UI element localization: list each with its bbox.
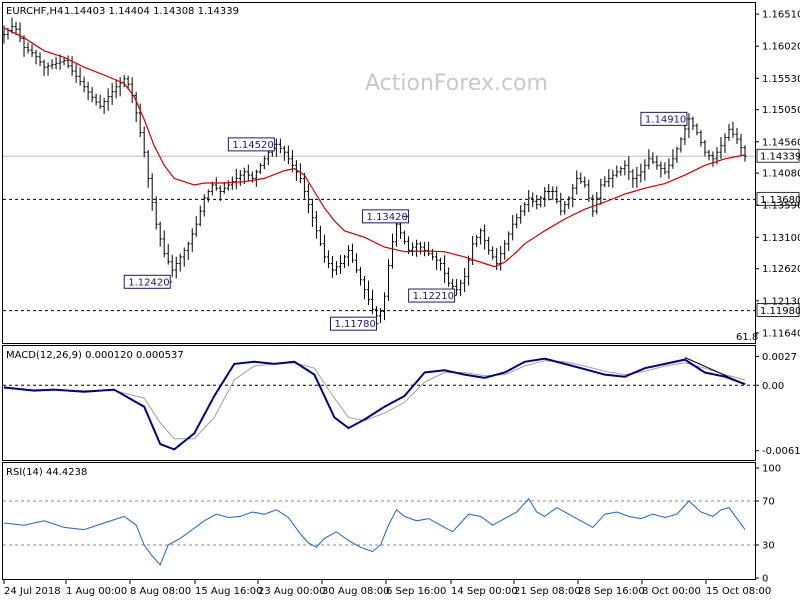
rsi-tick-label-0: 100 xyxy=(762,464,781,475)
fib-label: 61.8 xyxy=(736,332,758,343)
time-tick-label-3: 15 Aug 16:00 xyxy=(195,586,262,597)
price-annotation-5: 1.14910 xyxy=(645,114,686,125)
price-tick-label-8: 1.12620 xyxy=(762,264,800,275)
macd-axis: 0.0027 0.00 -0.006114 xyxy=(755,352,800,457)
price-panel xyxy=(2,2,756,344)
time-tick-label-6: 6 Sep 16:00 xyxy=(386,586,446,597)
price-tick-label-0: 1.16510 xyxy=(762,10,800,21)
time-tick-label-11: 15 Oct 08:00 xyxy=(706,586,771,597)
price-tick-label-10: 1.11640 xyxy=(762,328,800,339)
chart-canvas: ActionForex.com EURCHF,H4 1.14403 1.1440… xyxy=(2,2,800,597)
price-tick-label-7: 1.13100 xyxy=(762,233,800,244)
price-tick-label-3: 1.15050 xyxy=(762,105,800,116)
price-tick-label-2: 1.15530 xyxy=(762,74,800,85)
macd-header: MACD(12,26,9) 0.000120 0.000537 xyxy=(6,350,184,361)
time-tick-label-2: 8 Aug 08:00 xyxy=(130,586,191,597)
price-tick-label-1: 1.16020 xyxy=(762,42,800,53)
current-price-label: 1.14339 xyxy=(760,152,800,163)
price-tick-label-5: 1.14080 xyxy=(762,169,800,180)
level-price-label-1: 1.11980 xyxy=(760,306,800,317)
price-header-symbol: EURCHF,H4 xyxy=(6,6,63,17)
time-tick-label-5: 30 Aug 08:00 xyxy=(322,586,389,597)
rsi-header: RSI(14) 44.4238 xyxy=(6,467,87,478)
price-annotation-4: 1.12210 xyxy=(413,291,454,302)
rsi-tick-label-2: 30 xyxy=(762,541,775,552)
rsi-axis: 100 70 30 0 xyxy=(755,464,781,585)
price-annotation-2: 1.13420 xyxy=(367,212,408,223)
price-header-ohlc: 1.14403 1.14404 1.14308 1.14339 xyxy=(64,6,239,17)
rsi-tick-label-3: 0 xyxy=(762,574,768,585)
price-annotation-0: 1.14520 xyxy=(232,140,273,151)
rsi-panel xyxy=(2,462,756,580)
time-tick-label-0: 24 Jul 2018 xyxy=(4,586,61,597)
price-tick-label-9: 1.12130 xyxy=(762,296,800,307)
time-tick-label-7: 14 Sep 00:00 xyxy=(451,586,518,597)
watermark: ActionForex.com xyxy=(365,71,548,96)
time-tick-label-10: 8 Oct 00:00 xyxy=(642,586,701,597)
rsi-tick-label-1: 70 xyxy=(762,497,775,508)
time-tick-label-4: 23 Aug 00:00 xyxy=(258,586,325,597)
price-annotation-3: 1.11780 xyxy=(335,319,376,330)
macd-tick-label-2: -0.006114 xyxy=(762,446,800,457)
macd-tick-label-0: 0.0027 xyxy=(762,352,797,363)
time-tick-label-9: 28 Sep 16:00 xyxy=(578,586,645,597)
price-tick-label-6: 1.13590 xyxy=(762,201,800,212)
price-tick-label-4: 1.14560 xyxy=(762,137,800,148)
macd-panel xyxy=(2,345,756,461)
time-tick-label-1: 1 Aug 00:00 xyxy=(66,586,127,597)
price-annotation-1: 1.12420 xyxy=(128,277,169,288)
time-tick-label-8: 21 Sep 08:00 xyxy=(514,586,581,597)
macd-tick-label-1: 0.00 xyxy=(762,381,784,392)
time-axis: 24 Jul 2018 1 Aug 00:00 8 Aug 08:00 15 Aug … xyxy=(3,580,771,597)
